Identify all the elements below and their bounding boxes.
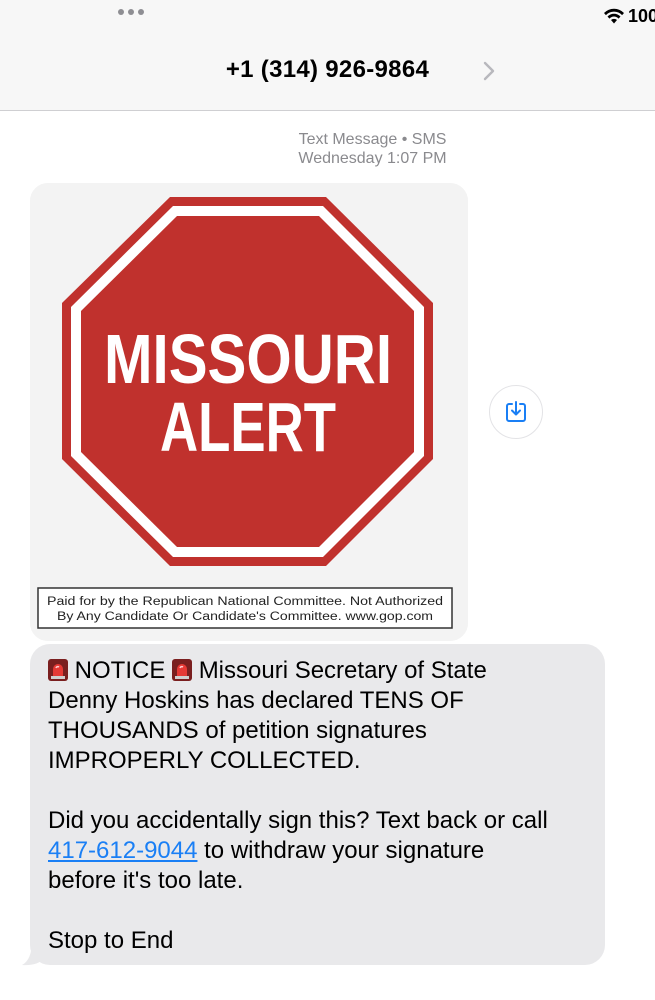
message-text: to withdraw your signature: [197, 837, 485, 864]
message-text-line: 417-612-9044 to withdraw your signature: [48, 836, 587, 866]
message-text: Missouri Secretary of State: [198, 657, 487, 684]
message-text: Denny Hoskins has declared TENS OF: [48, 687, 464, 714]
notice-label: NOTICE: [74, 657, 166, 684]
message-timestamp: Wednesday 1:07 PM: [298, 150, 447, 167]
chevron-right-icon[interactable]: [482, 61, 496, 81]
sign-line2: ALERT: [160, 388, 336, 466]
mms-image-bubble[interactable]: MISSOURI ALERT Paid for by the Republica…: [30, 183, 468, 641]
disclaimer-line2: By Any Candidate Or Candidate's Committe…: [57, 611, 433, 623]
siren-emoji-icon: [172, 659, 193, 681]
phone-link[interactable]: 417-612-9044: [48, 837, 197, 864]
notice-line: NOTICE Missouri Secretary of State: [48, 656, 587, 686]
more-dots-icon: [118, 9, 144, 15]
message-text: THOUSANDS of petition signatures: [48, 717, 427, 744]
contact-name[interactable]: +1 (314) 926-9864: [0, 56, 655, 84]
save-download-icon: [506, 401, 526, 422]
message-text: before it's too late.: [48, 867, 244, 894]
sign-line1: MISSOURI: [104, 320, 392, 398]
service-label: Text Message • SMS: [298, 131, 447, 148]
missouri-alert-image: MISSOURI ALERT Paid for by the Republica…: [30, 183, 468, 641]
message-text: Did you accidentally sign this? Text bac…: [48, 807, 548, 834]
siren-emoji-icon: [48, 659, 68, 681]
status-bar: 100: [0, 0, 655, 34]
message-text: IMPROPERLY COLLECTED.: [48, 747, 361, 774]
battery-level: 100: [628, 6, 655, 26]
save-image-button[interactable]: [489, 385, 543, 439]
disclaimer-line1: Paid for by the Republican National Comm…: [47, 596, 443, 608]
wifi-icon: [604, 8, 624, 24]
stop-instructions: Stop to End: [48, 927, 174, 954]
message-bubble[interactable]: NOTICE Missouri Secretary of State Denny…: [30, 644, 605, 965]
conversation-header: +1 (314) 926-9864: [0, 34, 655, 111]
